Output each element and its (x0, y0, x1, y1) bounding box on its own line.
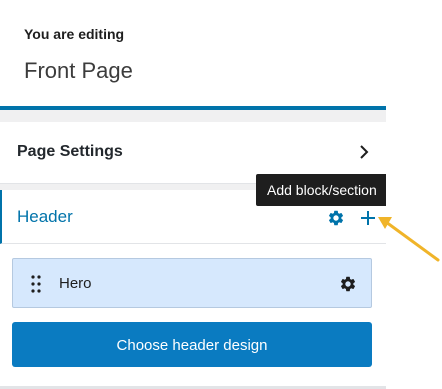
page-settings-label: Page Settings (17, 143, 123, 160)
header-section-label: Header (17, 207, 73, 226)
gear-icon[interactable] (327, 209, 345, 227)
section-divider (0, 110, 386, 122)
editing-label: You are editing (24, 26, 125, 42)
drag-handle-icon[interactable] (31, 275, 41, 293)
arrow-icon (378, 217, 440, 262)
gear-icon[interactable] (339, 275, 357, 293)
chevron-right-icon (360, 145, 369, 159)
hero-block[interactable]: Hero (12, 258, 372, 308)
hero-label: Hero (59, 275, 92, 292)
page-title: Front Page (24, 58, 133, 83)
add-block-tooltip: Add block/section (256, 174, 386, 206)
choose-header-design-button[interactable]: Choose header design (12, 322, 372, 367)
